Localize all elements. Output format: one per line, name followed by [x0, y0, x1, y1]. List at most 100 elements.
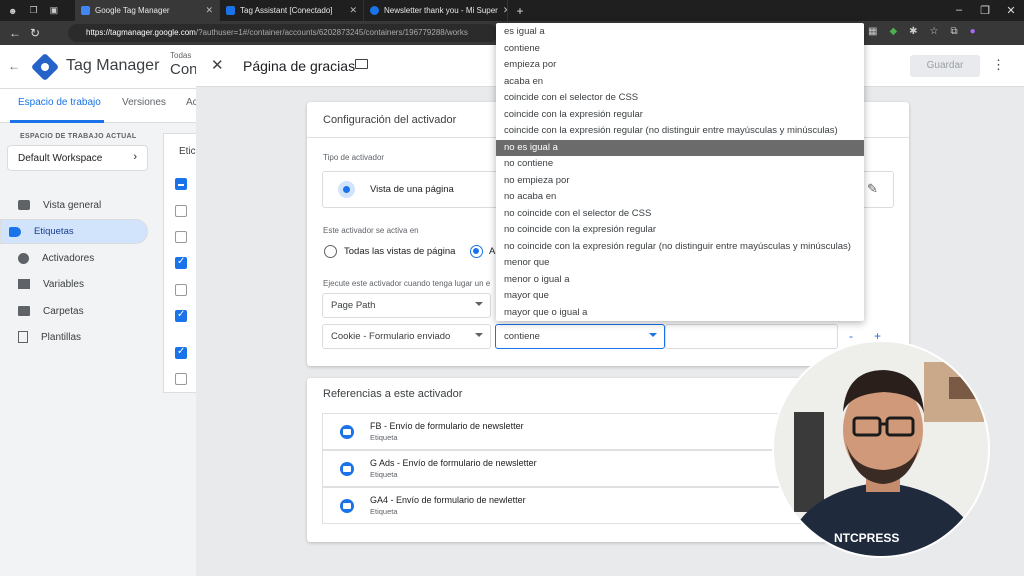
close-tab-icon[interactable]: ✕: [349, 5, 357, 16]
nav-tags[interactable]: Etiquetas: [0, 219, 148, 244]
folder-icon[interactable]: [355, 59, 368, 69]
nav-folders[interactable]: Carpetas: [0, 298, 148, 324]
dropdown-option[interactable]: mayor que o igual a: [496, 305, 864, 322]
tab-label: Newsletter thank you - Mi Super: [384, 6, 498, 15]
dropdown-option[interactable]: empieza por: [496, 57, 864, 74]
reference-name: G Ads - Envío de formulario de newslette…: [370, 458, 537, 468]
workspace-selector[interactable]: Default Workspace ›: [7, 145, 148, 171]
restore-icon[interactable]: ❐: [972, 4, 998, 17]
favorites-icon[interactable]: ☆: [930, 26, 939, 37]
copilot-icon[interactable]: ●: [970, 26, 976, 37]
condition1-variable-select[interactable]: Page Path: [322, 293, 491, 318]
workspace-name: Default Workspace: [18, 153, 103, 164]
card-title: Configuración del activador: [323, 114, 457, 126]
dropdown-option[interactable]: es igual a: [496, 24, 864, 41]
container-name[interactable]: Con: [170, 61, 198, 78]
webcam-overlay: NTCPRESS: [772, 340, 990, 558]
condition2-value-input[interactable]: [665, 324, 838, 349]
dropdown-option[interactable]: coincide con la expresión regular: [496, 107, 864, 124]
remove-condition-button[interactable]: -: [849, 329, 853, 343]
back-icon[interactable]: ←: [5, 26, 25, 40]
row-checkbox[interactable]: [175, 346, 187, 359]
collections-icon[interactable]: ⧉: [951, 26, 958, 37]
tag-assistant-favicon-icon: [226, 6, 235, 15]
extension-icon[interactable]: ▦: [868, 26, 877, 37]
row-checkbox[interactable]: [175, 309, 187, 322]
row-checkbox[interactable]: [175, 284, 187, 296]
dropdown-option[interactable]: coincide con la expresión regular (no di…: [496, 123, 864, 140]
tab-workspace[interactable]: Espacio de trabajo: [18, 97, 101, 108]
nav-label: Vista general: [43, 199, 102, 211]
condition2-variable-select[interactable]: Cookie - Formulario enviado: [322, 324, 491, 349]
puzzle-icon[interactable]: ✱: [909, 26, 917, 37]
dropdown-arrow-icon: [475, 333, 483, 337]
overview-icon: [18, 200, 30, 210]
reference-type: Etiqueta: [370, 470, 398, 479]
edit-pencil-icon[interactable]: ✎: [867, 181, 878, 197]
radio-some-page-views[interactable]: [470, 245, 483, 258]
nav-overview[interactable]: Vista general: [0, 192, 148, 218]
reference-name: GA4 - Envío de formulario de newletter: [370, 495, 526, 505]
dropdown-option[interactable]: contiene: [496, 41, 864, 58]
globe-favicon-icon: [370, 6, 379, 15]
tags-list-header: Etic: [179, 146, 196, 157]
close-window-icon[interactable]: ✕: [998, 4, 1024, 17]
close-icon[interactable]: ✕: [211, 56, 224, 74]
dropdown-option[interactable]: no coincide con la expresión regular: [496, 222, 864, 239]
dropdown-option[interactable]: no coincide con la expresión regular (no…: [496, 239, 864, 256]
tab-label: Google Tag Manager: [95, 6, 170, 15]
row-checkbox[interactable]: [175, 373, 187, 385]
nav-label: Activadores: [42, 252, 95, 264]
nav-label: Plantillas: [41, 331, 82, 343]
tab-tag-assistant[interactable]: Tag Assistant [Conectado] ✕: [220, 0, 364, 21]
more-options-icon[interactable]: ⋮: [992, 57, 1005, 73]
select-all-checkbox[interactable]: [175, 178, 187, 190]
container-label: Todas: [170, 51, 192, 60]
browser-tab-bar: ☻ ❐ ▣ Google Tag Manager ✕ Tag Assistant…: [0, 0, 1024, 21]
folder-icon: [18, 306, 30, 316]
dropdown-option[interactable]: acaba en: [496, 74, 864, 91]
fires-on-label: Este activador se activa en: [323, 226, 419, 235]
tag-icon: [340, 499, 354, 513]
presenter-image: NTCPRESS: [774, 342, 988, 556]
address-bar[interactable]: https://tagmanager.google.com/?authuser=…: [68, 24, 498, 42]
tab-google-tag-manager[interactable]: Google Tag Manager ✕: [75, 0, 220, 21]
dropdown-option[interactable]: mayor que: [496, 288, 864, 305]
condition2-operator-select[interactable]: contiene: [495, 324, 665, 349]
reference-name: FB - Envío de formulario de newsletter: [370, 421, 524, 431]
close-tab-icon[interactable]: ✕: [205, 5, 213, 16]
profile-icon[interactable]: ☻: [8, 6, 17, 16]
minimize-icon[interactable]: –: [946, 4, 972, 17]
reload-icon[interactable]: ↻: [25, 26, 45, 40]
template-icon: [18, 331, 28, 343]
dropdown-option[interactable]: no coincide con el selector de CSS: [496, 206, 864, 223]
row-checkbox[interactable]: [175, 256, 187, 269]
new-tab-button[interactable]: +: [508, 4, 532, 18]
dropdown-option[interactable]: menor o igual a: [496, 272, 864, 289]
tab-label: Tag Assistant [Conectado]: [240, 6, 333, 15]
dropdown-option[interactable]: no contiene: [496, 156, 864, 173]
radio-all-page-views[interactable]: [324, 245, 337, 258]
eye-icon: [338, 181, 355, 198]
row-checkbox[interactable]: [175, 205, 187, 217]
tag-assistant-ext-icon[interactable]: ◆: [889, 26, 897, 37]
sidebar-icon[interactable]: ▣: [50, 5, 59, 16]
tab-versions[interactable]: Versiones: [122, 97, 166, 108]
workspaces-icon[interactable]: ❐: [29, 5, 37, 16]
gtm-back-icon[interactable]: ←: [8, 59, 20, 73]
trigger-name-input[interactable]: Página de gracias: [243, 58, 355, 74]
dropdown-option[interactable]: no acaba en: [496, 189, 864, 206]
tab-newsletter[interactable]: Newsletter thank you - Mi Super ✕: [364, 0, 508, 21]
dropdown-option-highlighted[interactable]: no es igual a: [496, 139, 864, 156]
save-button[interactable]: Guardar: [910, 55, 980, 77]
nav-variables[interactable]: Variables: [0, 271, 148, 297]
row-checkbox[interactable]: [175, 231, 187, 243]
dropdown-option[interactable]: coincide con el selector de CSS: [496, 90, 864, 107]
nav-triggers[interactable]: Activadores: [0, 245, 148, 271]
card-title: Referencias a este activador: [323, 388, 463, 400]
gtm-favicon-icon: [81, 6, 90, 15]
dropdown-option[interactable]: menor que: [496, 255, 864, 272]
dropdown-option[interactable]: no empieza por: [496, 173, 864, 190]
condition-label: Ejecute este activador cuando tenga luga…: [323, 279, 491, 288]
nav-templates[interactable]: Plantillas: [0, 324, 148, 350]
